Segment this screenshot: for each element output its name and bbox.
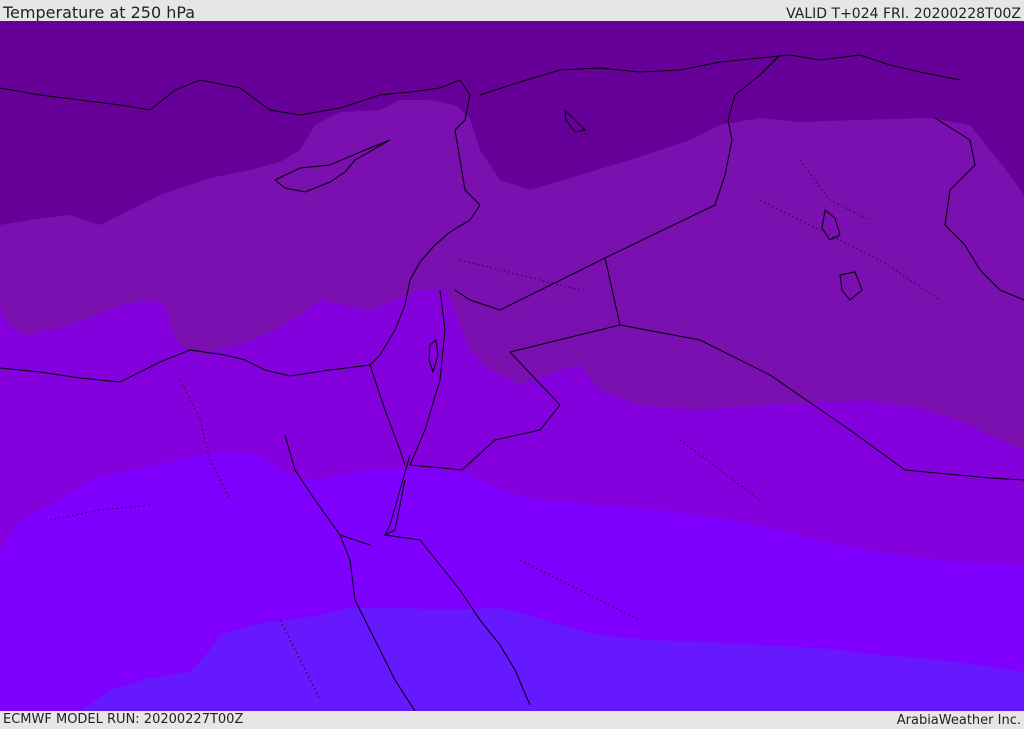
model-run: ECMWF MODEL RUN: 20200227T00Z — [3, 712, 244, 727]
footer-bar: ECMWF MODEL RUN: 20200227T00Z ArabiaWeat… — [0, 711, 1024, 729]
valid-time: VALID T+024 FRI. 20200228T00Z — [786, 6, 1021, 22]
map-title: Temperature at 250 hPa — [3, 3, 196, 22]
temperature-map — [0, 21, 1024, 711]
header-bar: Temperature at 250 hPa VALID T+024 FRI. … — [0, 0, 1024, 22]
credit: ArabiaWeather Inc. — [896, 713, 1021, 728]
map-frame: Temperature at 250 hPa VALID T+024 FRI. … — [0, 0, 1024, 729]
map-canvas — [0, 21, 1024, 711]
